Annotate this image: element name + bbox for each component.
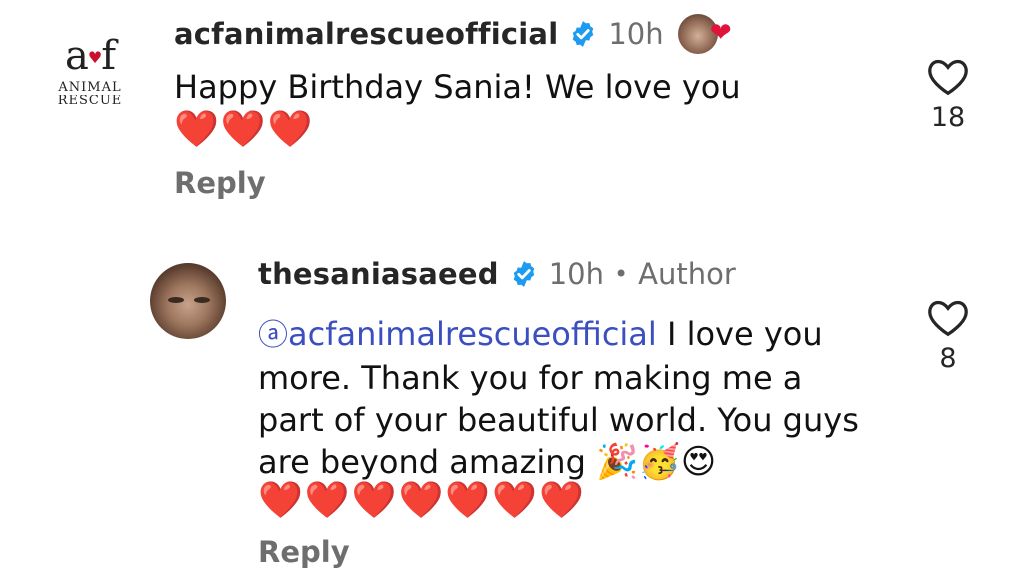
heart-icon: ❤ (709, 18, 732, 48)
username[interactable]: thesaniasaeed (258, 257, 499, 291)
avatar[interactable] (150, 263, 226, 339)
like-button[interactable]: 18 (918, 56, 978, 133)
comment-acfanimalrescue: a♥f ANIMAL RESCUE acfanimalrescueofficia… (0, 0, 1024, 230)
comment-header: thesaniasaeed 10h • Author (258, 257, 736, 291)
verified-badge-icon (568, 19, 598, 49)
mention-link[interactable]: ⓐacfanimalrescueofficial (258, 315, 657, 353)
verified-badge-icon (509, 259, 539, 289)
like-button[interactable]: 8 (918, 297, 978, 374)
timestamp: 10h (548, 257, 604, 291)
author-label: Author (638, 257, 736, 291)
comment-thesaniasaeed: thesaniasaeed 10h • Author ⓐacfanimalres… (0, 245, 1024, 587)
like-count: 8 (939, 343, 957, 374)
comment-hearts: ❤️❤️❤️ (174, 109, 315, 150)
logo-line-rescue: RESCUE (57, 95, 123, 105)
like-count: 18 (930, 102, 966, 133)
liked-by-author-icon: ❤ (677, 14, 732, 54)
avatar[interactable]: a♥f ANIMAL RESCUE (48, 36, 132, 120)
mention-username: acfanimalrescueofficial (288, 315, 657, 353)
comment-hearts: ❤️❤️❤️❤️❤️❤️❤️ (258, 480, 586, 521)
separator-dot: • (613, 260, 629, 288)
comment-text: Happy Birthday Sania! We love you (174, 68, 741, 106)
logo-line-animal: ANIMAL (58, 80, 122, 95)
timestamp: 10h (608, 17, 664, 51)
celebration-emojis: 🎉🥳😍 (596, 442, 717, 482)
heart-outline-icon[interactable] (926, 56, 970, 96)
avatar-eye (168, 297, 184, 303)
avatar-eye (194, 297, 210, 303)
reply-button[interactable]: Reply (258, 535, 350, 569)
comment-text: ⓐacfanimalrescueofficial I love you more… (258, 313, 878, 483)
username[interactable]: acfanimalrescueofficial (174, 17, 558, 51)
heart-outline-icon[interactable] (926, 297, 970, 337)
reply-button[interactable]: Reply (174, 166, 266, 200)
logo-acf-text: a♥f (64, 33, 116, 79)
comment-header: acfanimalrescueofficial 10h ❤ (174, 14, 732, 54)
at-icon: ⓐ (258, 318, 288, 353)
